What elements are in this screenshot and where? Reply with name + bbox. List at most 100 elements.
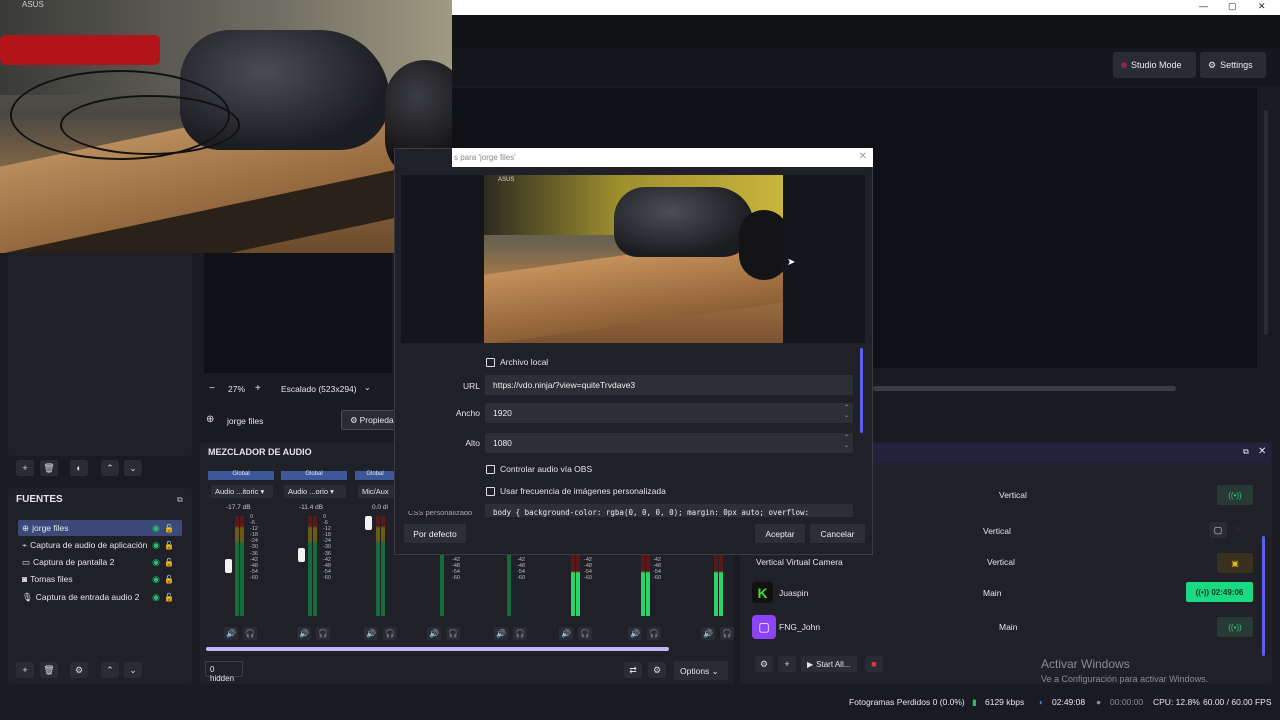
headphones-icon[interactable]: 🎧	[243, 627, 257, 640]
preview-scrollbar[interactable]	[1264, 110, 1268, 335]
volume-fader[interactable]	[298, 548, 305, 562]
monitor-icon: ▭	[22, 556, 31, 567]
ok-button[interactable]: Aceptar	[755, 524, 805, 543]
headphones-icon[interactable]: 🎧	[720, 627, 734, 640]
speaker-icon[interactable]: 🔊	[297, 627, 311, 640]
chevron-down-icon[interactable]: ⌄	[124, 460, 142, 476]
controlar-audio-checkbox[interactable]: Controlar audio vía OBS	[486, 464, 592, 474]
dialog-scrollbar[interactable]	[860, 348, 863, 433]
chevron-up-icon[interactable]: ⌃	[101, 460, 119, 476]
close-icon[interactable]: ✕	[1258, 1, 1266, 12]
volume-fader[interactable]	[365, 516, 372, 530]
broadcast-icon[interactable]: ((•))	[1217, 617, 1253, 637]
source-item-screen-capture[interactable]: ▭ Captura de pantalla 2 ◉ 🔓	[18, 554, 182, 570]
source-item-audio-input[interactable]: 🎙 Captura de entrada audio 2 ◉ 🔓	[18, 589, 182, 605]
properties-button[interactable]: ⚙ Propiedades	[341, 410, 399, 430]
headphones-icon[interactable]: 🎧	[647, 627, 661, 640]
mixer-channel-select[interactable]: Audio ...itoric ▾	[211, 485, 273, 498]
studio-mode-button[interactable]: Studio Mode	[1113, 52, 1196, 78]
broadcast-icon[interactable]: ((•))	[1217, 485, 1253, 505]
eye-icon[interactable]: ◉	[152, 540, 160, 551]
checkbox-box[interactable]	[486, 357, 495, 367]
lock-icon[interactable]: 🔓	[164, 575, 174, 584]
headphones-icon[interactable]: 🎧	[446, 627, 460, 640]
minimize-icon[interactable]: —	[1199, 1, 1208, 11]
mixer-scrollbar[interactable]	[206, 647, 669, 651]
defaults-button[interactable]: Por defecto	[404, 524, 466, 543]
scale-select[interactable]: Escalado (523x294)	[281, 384, 357, 394]
level-meter	[381, 516, 385, 616]
eye-icon[interactable]: ◉	[152, 523, 160, 534]
eye-icon[interactable]: ◉	[152, 592, 160, 603]
headphones-icon[interactable]: 🎧	[513, 627, 527, 640]
url-label: URL	[462, 381, 480, 391]
url-field[interactable]: https://vdo.ninja/?view=quiteTrvdave3	[485, 375, 853, 395]
eye-icon[interactable]: ◉	[152, 557, 160, 568]
ancho-field[interactable]: 1920 ⌃ ⌄	[485, 403, 853, 423]
add-output-button[interactable]: +	[778, 656, 796, 672]
checkbox-box[interactable]	[486, 486, 495, 496]
lock-icon[interactable]: 🔓	[164, 541, 174, 550]
frecuencia-checkbox[interactable]: Usar frecuencia de imágenes personalizad…	[486, 486, 666, 496]
virtual-camera-icon[interactable]: ▣	[1217, 553, 1253, 573]
mixer-channel-select[interactable]: Audio ...orio ▾	[284, 485, 346, 498]
checkbox-box[interactable]	[486, 464, 495, 474]
close-icon[interactable]: ✕	[1258, 446, 1266, 457]
maximize-icon[interactable]: ▢	[1228, 1, 1237, 12]
trash-icon[interactable]: 🗑	[40, 662, 58, 678]
lock-icon[interactable]: 🔓	[164, 524, 174, 533]
stream-timer-button[interactable]: ((•)) 02:49:06	[1186, 582, 1253, 602]
spinner-icon[interactable]: ⌃ ⌄	[844, 404, 849, 420]
start-all-button[interactable]: ▶ Start All...	[801, 656, 857, 672]
volume-fader[interactable]	[225, 559, 232, 573]
stop-icon[interactable]: ▢	[1209, 522, 1227, 538]
speaker-icon[interactable]: 🔊	[701, 627, 715, 640]
css-field[interactable]: body { background-color: rgba(0, 0, 0, 0…	[485, 504, 853, 517]
headphones-icon[interactable]: 🎧	[316, 627, 330, 640]
zoom-out-button[interactable]: −	[209, 383, 215, 394]
speaker-icon[interactable]: 🔊	[364, 627, 378, 640]
options-dropdown[interactable]: Options ⌄	[674, 661, 728, 680]
stop-all-button[interactable]: ■	[865, 656, 883, 672]
chevron-down-icon[interactable]: ⌄	[364, 383, 371, 392]
add-source-button[interactable]: +	[16, 662, 34, 678]
dock-float-icon[interactable]: ⧉	[177, 495, 183, 505]
record-icon[interactable]: ◌	[1235, 524, 1240, 534]
chevron-down-icon[interactable]: ⌄	[124, 662, 142, 678]
outputs-scrollbar[interactable]	[1262, 536, 1265, 656]
mixer-settings-icon[interactable]: ⇄	[624, 662, 642, 678]
dock-float-icon[interactable]: ⧉	[1243, 447, 1249, 457]
horizontal-scrollbar[interactable]	[873, 386, 1176, 391]
eye-icon[interactable]: ◉	[152, 574, 160, 585]
hidden-count[interactable]: 0 hidden	[205, 661, 243, 683]
source-item-audio-app[interactable]: ⌁ Captura de audio de aplicación ◉ 🔓	[18, 537, 182, 553]
speaker-icon[interactable]: 🔊	[559, 627, 573, 640]
trash-icon[interactable]: 🗑	[40, 460, 58, 476]
archivo-local-checkbox[interactable]: Archivo local	[486, 357, 548, 367]
source-item-tomas-files[interactable]: ◙ Tomas files ◉ 🔓	[18, 571, 182, 587]
speaker-icon[interactable]: 🔊	[628, 627, 642, 640]
zoom-in-button[interactable]: +	[255, 383, 261, 394]
close-icon[interactable]: ✕	[859, 151, 867, 162]
mixer-channel-select[interactable]: Mic/Aux	[358, 485, 396, 498]
cancel-button[interactable]: Cancelar	[810, 524, 865, 543]
lock-icon[interactable]: 🔓	[164, 593, 174, 602]
gear-icon[interactable]: ⚙	[755, 656, 773, 672]
gear-icon[interactable]: ⚙	[70, 662, 88, 678]
headphones-icon[interactable]: 🎧	[383, 627, 397, 640]
canvas-preview[interactable]	[204, 253, 392, 373]
source-item-jorge-files[interactable]: ⊕ jorge files ◉ 🔓	[18, 520, 182, 536]
speaker-icon[interactable]: 🔊	[224, 627, 238, 640]
speaker-icon[interactable]: 🔊	[494, 627, 508, 640]
speaker-icon[interactable]: 🔊	[427, 627, 441, 640]
add-scene-button[interactable]: +	[16, 460, 34, 476]
alto-field[interactable]: 1080 ⌃ ⌄	[485, 433, 853, 453]
chevron-up-icon[interactable]: ⌃	[101, 662, 119, 678]
filter-icon[interactable]: ◐	[70, 460, 88, 476]
spinner-icon[interactable]: ⌃ ⌄	[844, 434, 849, 450]
lock-icon[interactable]: 🔓	[164, 558, 174, 567]
gear-icon[interactable]: ⚙	[648, 662, 666, 678]
headphones-icon[interactable]: 🎧	[578, 627, 592, 640]
dialog-preview-image: ASUS	[484, 175, 783, 343]
settings-button[interactable]: ⚙ Settings	[1200, 52, 1266, 78]
